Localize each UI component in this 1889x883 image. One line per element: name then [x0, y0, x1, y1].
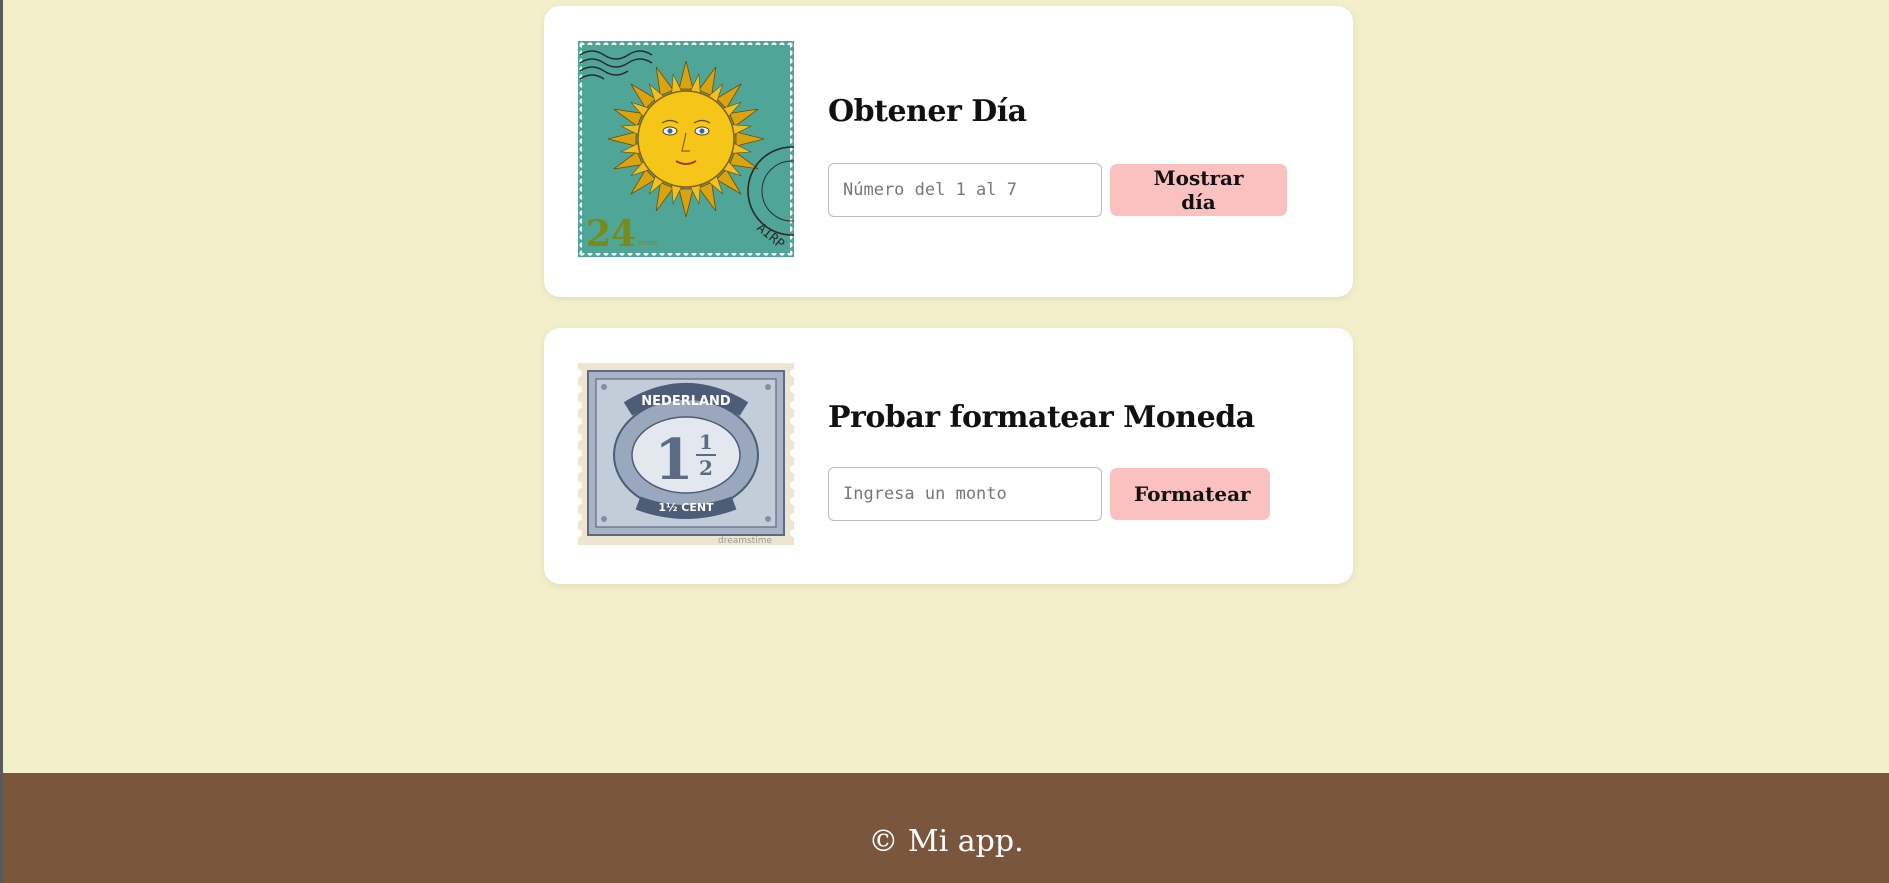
show-day-button[interactable]: Mostrar día	[1110, 164, 1287, 216]
footer: © Mi app.	[3, 773, 1889, 883]
format-button[interactable]: Formatear	[1110, 468, 1270, 520]
svg-text:1½ CENT: 1½ CENT	[658, 501, 714, 514]
svg-text:1: 1	[699, 430, 713, 454]
footer-copyright: © Mi app.	[868, 823, 1024, 859]
day-number-input[interactable]	[828, 163, 1102, 217]
card-title: Obtener Día	[828, 94, 1027, 129]
card-obtener-dia: AIRP 24 cents Obtener Día Mostrar día	[544, 6, 1353, 297]
nederland-stamp-icon: NEDERLAND 1 1 2 1½ CENT dreamstime	[578, 363, 794, 545]
svg-text:dreamstime: dreamstime	[718, 536, 773, 545]
card-formatear-moneda: NEDERLAND 1 1 2 1½ CENT dreamstime Proba…	[544, 328, 1353, 584]
svg-text:1: 1	[655, 427, 694, 493]
sun-stamp-icon: AIRP 24 cents	[578, 41, 794, 257]
amount-input[interactable]	[828, 467, 1102, 521]
svg-text:24: 24	[586, 213, 636, 255]
svg-text:2: 2	[699, 456, 713, 480]
card-title: Probar formatear Moneda	[828, 400, 1255, 435]
svg-text:NEDERLAND: NEDERLAND	[641, 394, 731, 409]
svg-text:cents: cents	[638, 239, 657, 247]
